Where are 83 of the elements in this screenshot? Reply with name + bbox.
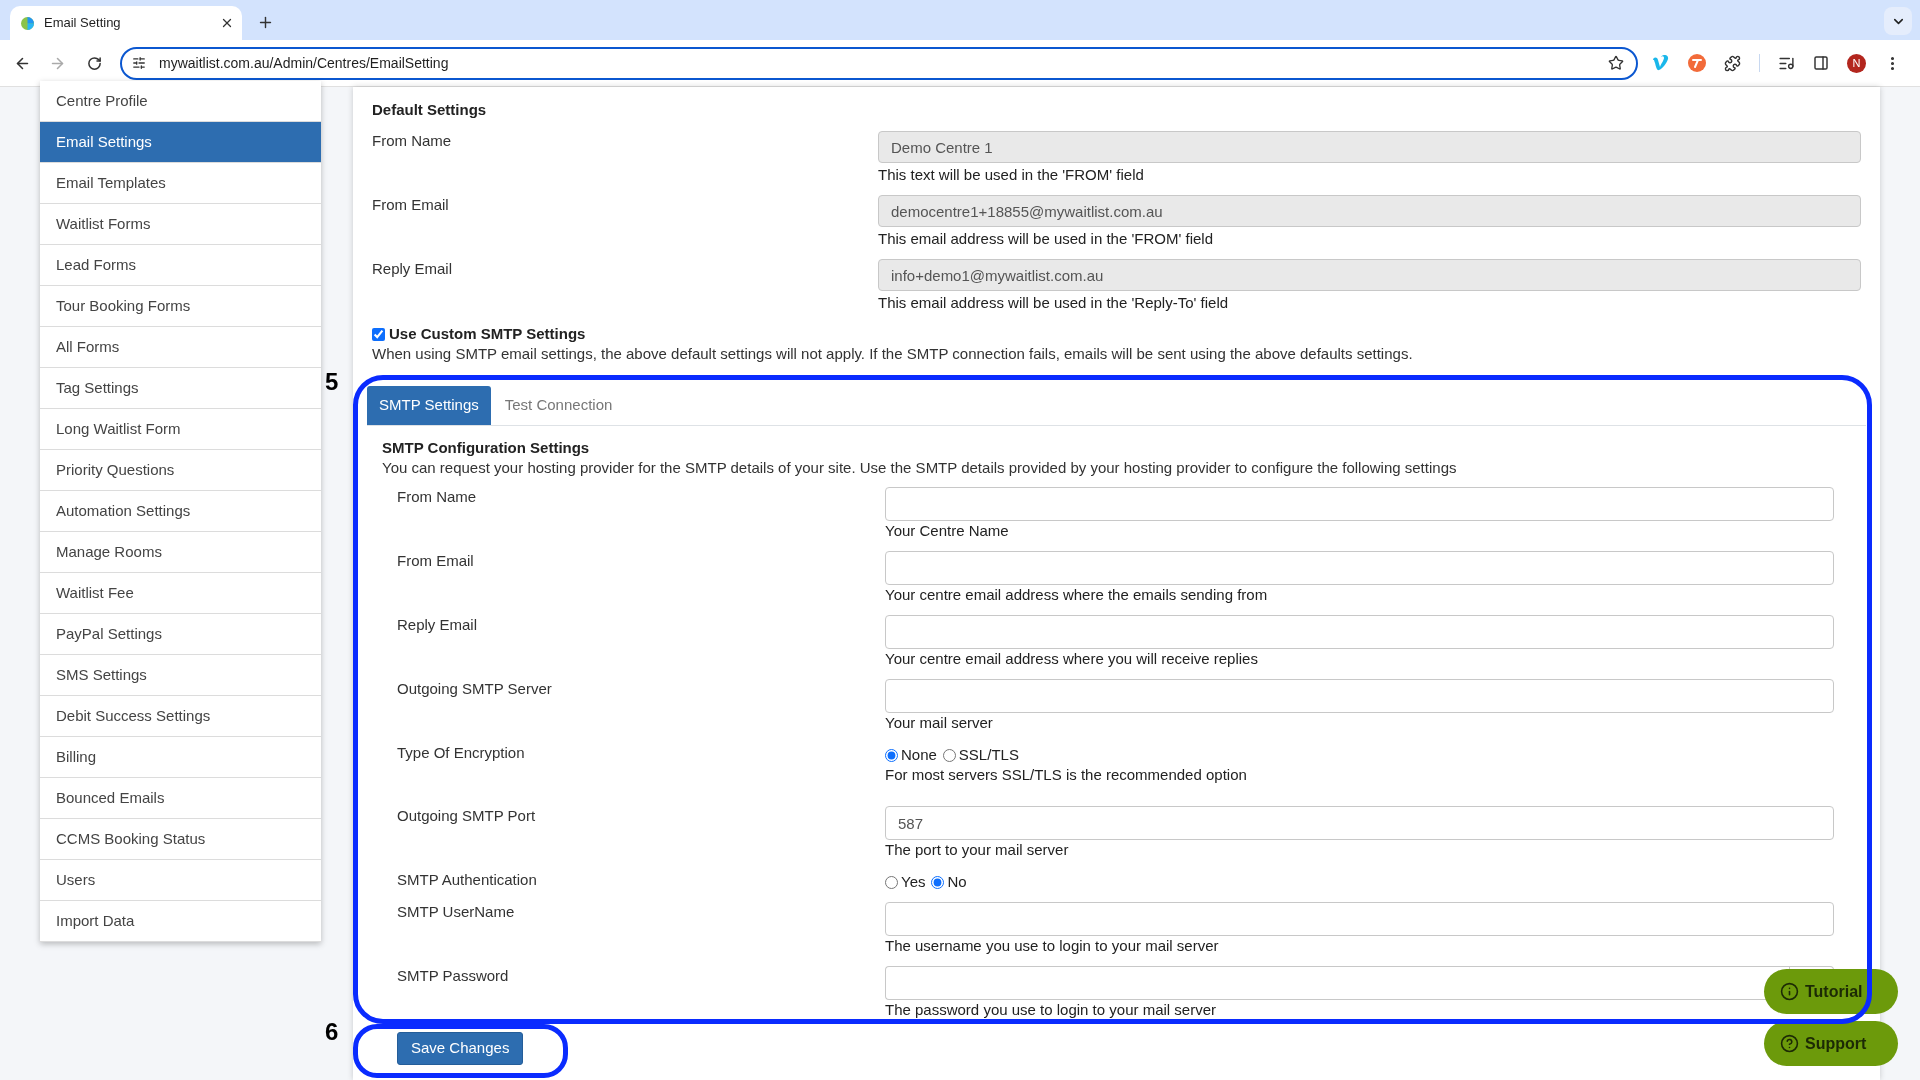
- input-field[interactable]: [885, 487, 1834, 521]
- sidebar-item[interactable]: Waitlist Forms: [40, 204, 321, 245]
- checkbox[interactable]: [372, 327, 385, 341]
- section-heading: SMTP Configuration Settings: [382, 438, 591, 458]
- address-bar[interactable]: mywaitlist.com.au/Admin/Centres/EmailSetting: [120, 46, 1638, 80]
- sidebar-item[interactable]: Lead Forms: [40, 245, 321, 286]
- section-heading: Default Settings: [372, 100, 488, 120]
- sidebar-item[interactable]: Automation Settings: [40, 491, 321, 532]
- sidebar-item[interactable]: Tag Settings: [40, 368, 321, 409]
- radio-button[interactable]: [931, 875, 945, 889]
- help-text: This text will be used in the 'FROM' field: [878, 165, 1145, 185]
- sidebar-item[interactable]: Import Data: [40, 901, 321, 942]
- option-label: Yes: [901, 871, 926, 892]
- description-text: When using SMTP email settings, the above default settings will not apply. If the SMTP connection fails, emails will be sent using the above defaults settings.: [372, 344, 1414, 364]
- site-logo-icon: [21, 16, 34, 30]
- extension-icon[interactable]: [1688, 54, 1706, 72]
- field-label: Outgoing SMTP Port: [397, 806, 537, 826]
- puzzle-icon[interactable]: [1724, 54, 1741, 72]
- sidebar-item[interactable]: Email Templates: [40, 163, 321, 204]
- field-label: Reply Email: [397, 615, 479, 635]
- tab-list-button[interactable]: [1884, 7, 1912, 35]
- sidebar-item[interactable]: Email Settings: [40, 122, 321, 163]
- floating-help-button[interactable]: Support: [1764, 1021, 1898, 1066]
- sidebar-item[interactable]: Priority Questions: [40, 450, 321, 491]
- sidebar-item[interactable]: PayPal Settings: [40, 614, 321, 655]
- radio-button[interactable]: [942, 748, 956, 762]
- help-text: Your centre email address where the emails sending from: [885, 585, 1269, 605]
- step-number: 6: [325, 1018, 339, 1046]
- field-label: SMTP Password: [397, 966, 510, 986]
- help-text: Your mail server: [885, 713, 994, 733]
- sidebar-item[interactable]: Manage Rooms: [40, 532, 321, 573]
- checkbox-label: Use Custom SMTP Settings: [389, 323, 586, 344]
- field-label: From Name: [372, 131, 453, 151]
- sidebar-item[interactable]: CCMS Booking Status: [40, 819, 321, 860]
- help-text: The username you use to login to your mail server: [885, 936, 1220, 956]
- browser-tab[interactable]: Email Setting: [10, 6, 242, 40]
- radio-button[interactable]: [885, 875, 898, 889]
- help-text: For most servers SSL/TLS is the recommended option: [885, 765, 1248, 785]
- radio-button[interactable]: [885, 748, 898, 762]
- field-label: SMTP UserName: [397, 902, 516, 922]
- sidebar-item[interactable]: Debit Success Settings: [40, 696, 321, 737]
- sidebar-item[interactable]: Centre Profile: [40, 81, 321, 122]
- reload-icon: [86, 55, 102, 71]
- step-number: 5: [325, 368, 339, 396]
- sidebar-item[interactable]: Long Waitlist Form: [40, 409, 321, 450]
- field-label: Type Of Encryption: [397, 743, 526, 763]
- help-text: Your centre email address where you will receive replies: [885, 649, 1259, 669]
- sidebar-item[interactable]: Bounced Emails: [40, 778, 321, 819]
- option-label: None: [901, 744, 937, 765]
- help-text: Your Centre Name: [885, 521, 1010, 541]
- field-label: From Email: [372, 195, 450, 215]
- sliders-icon[interactable]: [132, 56, 146, 70]
- help-text: The port to your mail server: [885, 840, 1070, 860]
- sidebar-item[interactable]: Users: [40, 860, 321, 901]
- input-field[interactable]: [885, 551, 1834, 585]
- sidebar-item[interactable]: Waitlist Fee: [40, 573, 321, 614]
- v-icon[interactable]: [1652, 55, 1670, 71]
- input-field[interactable]: [885, 902, 1834, 936]
- input-field[interactable]: 587: [885, 806, 1834, 840]
- field-label: Outgoing SMTP Server: [397, 679, 553, 699]
- sidebar-item[interactable]: Tour Booking Forms: [40, 286, 321, 327]
- option-label: SSL/TLS: [958, 744, 1019, 765]
- description-text: You can request your hosting provider for the SMTP details of your site. Use the SMTP details provided by your hosting provider to configure the following settings: [382, 458, 1458, 478]
- side-panel-icon[interactable]: [1813, 55, 1829, 71]
- close-icon[interactable]: [220, 16, 234, 30]
- help-text: The password you use to login to your mail server: [885, 1000, 1217, 1020]
- field-label: SMTP Authentication: [397, 870, 538, 890]
- sidebar-item[interactable]: SMS Settings: [40, 655, 321, 696]
- sidebar-item[interactable]: Billing: [40, 737, 321, 778]
- help-text: This email address will be used in the 'Reply-To' field: [878, 293, 1230, 313]
- help-icon: [1780, 1034, 1799, 1053]
- field-label: From Email: [397, 551, 475, 571]
- save-button[interactable]: Save Changes: [397, 1032, 524, 1065]
- help-text: This email address will be used in the 'FROM' field: [878, 229, 1215, 249]
- field-label: Reply Email: [372, 259, 454, 279]
- input-field[interactable]: [885, 679, 1834, 713]
- profile-avatar[interactable]: N: [1847, 53, 1866, 73]
- sidebar-item[interactable]: All Forms: [40, 327, 321, 368]
- tab[interactable]: SMTP Settings: [367, 386, 491, 425]
- input-field[interactable]: [885, 615, 1834, 649]
- star-icon[interactable]: [1608, 55, 1624, 71]
- option-label: No: [947, 871, 967, 892]
- field-label: From Name: [397, 487, 478, 507]
